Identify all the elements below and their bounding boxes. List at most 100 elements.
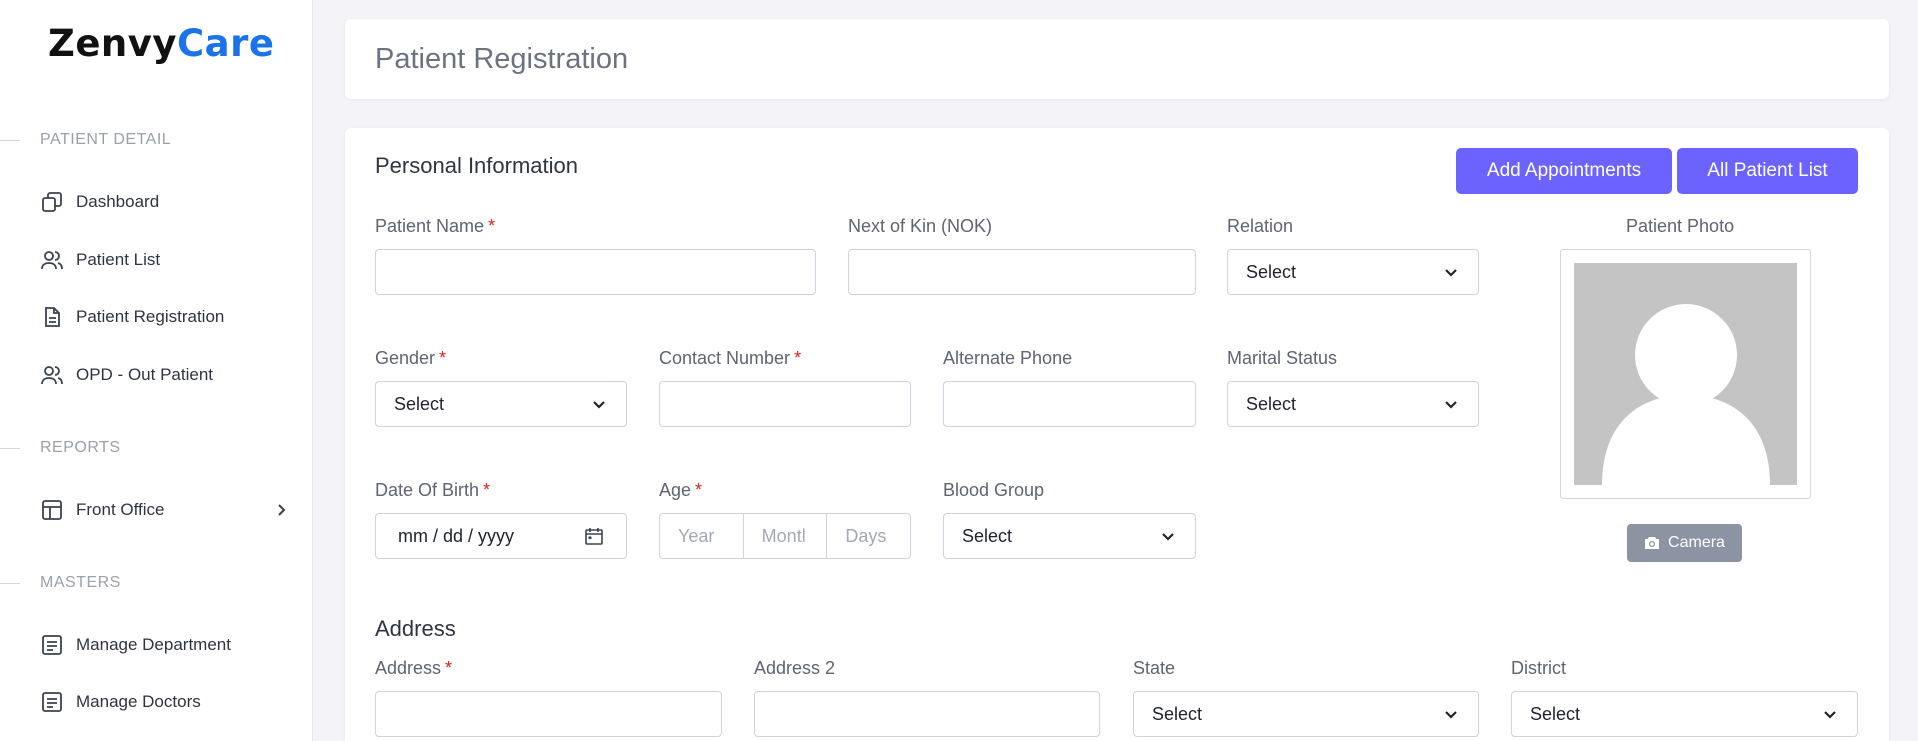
district-select[interactable]: Select xyxy=(1511,691,1858,737)
list-icon xyxy=(40,633,64,657)
chevron-down-icon xyxy=(1442,264,1460,287)
marital-status-label: Marital Status xyxy=(1227,348,1338,368)
section-divider xyxy=(0,583,20,584)
sidebar: ZenvyCare PATIENT DETAIL Dashboard Patie… xyxy=(0,0,313,741)
blood-group-select[interactable]: Select xyxy=(943,513,1196,559)
contact-number-label: Contact Number * xyxy=(659,348,801,369)
sidebar-item-label: Manage Doctors xyxy=(76,692,201,711)
sidebar-item-label: Patient List xyxy=(76,250,161,269)
age-year-input[interactable]: Year xyxy=(660,514,744,558)
label-text: Contact Number xyxy=(659,348,791,368)
avatar-placeholder-icon xyxy=(1574,263,1797,485)
sidebar-item-label: Dashboard xyxy=(76,192,160,211)
address2-label: Address 2 xyxy=(754,658,836,678)
add-appointments-button[interactable]: Add Appointments xyxy=(1456,148,1672,194)
patient-name-input[interactable] xyxy=(375,249,816,295)
personal-information-heading: Personal Information xyxy=(375,153,578,178)
sidebar-item-opd[interactable]: OPD - Out Patient xyxy=(40,359,290,391)
gender-label: Gender * xyxy=(375,348,446,369)
address2-input[interactable] xyxy=(754,691,1100,737)
district-label: District xyxy=(1511,658,1566,678)
gender-select[interactable]: Select xyxy=(375,381,627,427)
required-mark: * xyxy=(488,216,496,236)
patient-name-label: Patient Name * xyxy=(375,216,495,237)
chevron-down-icon xyxy=(1442,706,1460,729)
patient-photo-frame xyxy=(1560,249,1811,499)
nok-input[interactable] xyxy=(848,249,1196,295)
select-value: Select xyxy=(1246,261,1297,282)
sidebar-item-label: Patient Registration xyxy=(76,307,225,326)
chevron-down-icon xyxy=(1821,706,1839,729)
section-divider xyxy=(0,448,20,449)
state-label: State xyxy=(1133,658,1176,678)
camera-label: Camera xyxy=(1668,534,1725,551)
layout-icon xyxy=(40,498,64,522)
label-text: Address xyxy=(375,658,442,678)
sidebar-item-manage-department[interactable]: Manage Department xyxy=(40,629,290,661)
list-icon xyxy=(40,690,64,714)
relation-label: Relation xyxy=(1227,216,1294,236)
contact-number-input[interactable] xyxy=(659,381,911,427)
label-text: Age xyxy=(659,480,692,500)
calendar-icon[interactable] xyxy=(584,526,604,551)
section-title-masters: MASTERS xyxy=(40,574,121,591)
sidebar-item-dashboard[interactable]: Dashboard xyxy=(40,186,290,218)
sidebar-item-patient-registration[interactable]: Patient Registration xyxy=(40,301,290,333)
address-heading: Address xyxy=(375,616,456,641)
label-text: Patient Name xyxy=(375,216,485,236)
required-mark: * xyxy=(483,480,491,500)
age-days-input[interactable]: Days xyxy=(827,514,910,558)
users-icon xyxy=(40,248,64,272)
label-text: Gender xyxy=(375,348,436,368)
alternate-phone-input[interactable] xyxy=(943,381,1196,427)
relation-select[interactable]: Select xyxy=(1227,249,1479,295)
chevron-down-icon xyxy=(1442,396,1460,419)
sidebar-item-patient-list[interactable]: Patient List xyxy=(40,244,290,276)
required-mark: * xyxy=(695,480,703,500)
blood-group-label: Blood Group xyxy=(943,480,1045,500)
select-value: Select xyxy=(1246,393,1297,414)
camera-icon xyxy=(1645,537,1660,549)
all-patient-list-button[interactable]: All Patient List xyxy=(1677,148,1858,194)
dashboard-icon xyxy=(40,190,64,214)
document-icon xyxy=(40,305,64,329)
dob-input[interactable]: mm / dd / yyyy xyxy=(375,513,627,559)
section-title-patient-detail: PATIENT DETAIL xyxy=(40,131,172,148)
age-month-input[interactable]: Montl xyxy=(744,514,828,558)
section-divider xyxy=(0,140,20,141)
chevron-down-icon xyxy=(1159,528,1177,551)
select-value: Select xyxy=(394,393,445,414)
page-title: Patient Registration xyxy=(375,43,629,75)
required-mark: * xyxy=(445,658,453,678)
brand-part1: Zenvy xyxy=(48,22,178,65)
age-input-group: Year Montl Days xyxy=(659,513,911,559)
age-label: Age * xyxy=(659,480,702,501)
users-icon xyxy=(40,363,64,387)
camera-button[interactable]: Camera xyxy=(1627,524,1742,562)
sidebar-item-front-office[interactable]: Front Office xyxy=(40,494,290,526)
nok-label: Next of Kin (NOK) xyxy=(848,216,993,236)
sidebar-item-label: OPD - Out Patient xyxy=(76,365,213,384)
select-value: Select xyxy=(1152,703,1203,724)
sidebar-item-label: Front Office xyxy=(76,500,165,519)
brand-logo[interactable]: ZenvyCare xyxy=(48,22,274,65)
required-mark: * xyxy=(794,348,802,368)
patient-photo-label: Patient Photo xyxy=(1626,216,1735,236)
address-input[interactable] xyxy=(375,691,722,737)
dob-label: Date Of Birth * xyxy=(375,480,490,501)
sidebar-item-label: Manage Department xyxy=(76,635,231,654)
alternate-phone-label: Alternate Phone xyxy=(943,348,1073,368)
select-value: Select xyxy=(1530,703,1581,724)
state-select[interactable]: Select xyxy=(1133,691,1479,737)
brand-part2: Care xyxy=(177,22,275,65)
sidebar-item-manage-doctors[interactable]: Manage Doctors xyxy=(40,686,290,718)
chevron-right-icon xyxy=(274,498,290,527)
label-text: Date Of Birth xyxy=(375,480,480,500)
chevron-down-icon xyxy=(590,396,608,419)
select-value: Select xyxy=(962,525,1013,546)
section-title-reports: REPORTS xyxy=(40,439,121,456)
marital-status-select[interactable]: Select xyxy=(1227,381,1479,427)
required-mark: * xyxy=(439,348,447,368)
page-header: Patient Registration xyxy=(345,19,1889,99)
address-label: Address * xyxy=(375,658,452,679)
